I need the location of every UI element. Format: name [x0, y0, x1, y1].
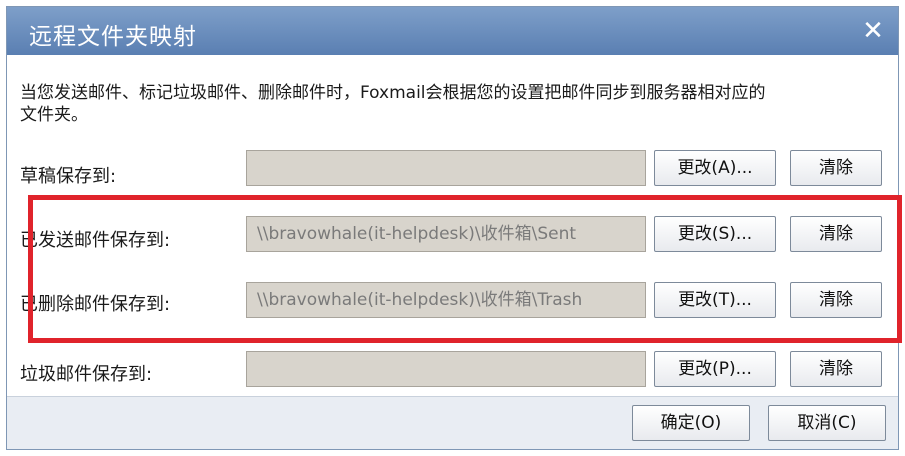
sent-label: 已发送邮件保存到:: [20, 230, 171, 251]
sent-clear-button[interactable]: 清除: [790, 216, 882, 252]
cancel-button[interactable]: 取消(C): [768, 405, 886, 441]
ok-button[interactable]: 确定(O): [632, 405, 750, 441]
junk-clear-button[interactable]: 清除: [790, 351, 882, 387]
junk-path-field[interactable]: [246, 351, 646, 387]
sent-path-field[interactable]: \\bravowhale(it-helpdesk)\收件箱\Sent: [246, 216, 646, 252]
trash-change-button[interactable]: 更改(T)...: [654, 282, 776, 318]
trash-path-field[interactable]: \\bravowhale(it-helpdesk)\收件箱\Trash: [246, 282, 646, 318]
drafts-label: 草稿保存到:: [20, 166, 117, 187]
drafts-clear-button[interactable]: 清除: [790, 150, 882, 186]
window-title: 远程文件夹映射: [29, 24, 197, 50]
trash-clear-button[interactable]: 清除: [790, 282, 882, 318]
dialog-footer: [7, 396, 898, 449]
sent-change-button[interactable]: 更改(S)...: [654, 216, 776, 252]
close-icon[interactable]: ✕: [860, 18, 886, 44]
drafts-path-field[interactable]: [246, 150, 646, 186]
trash-label: 已删除邮件保存到:: [20, 294, 171, 315]
drafts-change-button[interactable]: 更改(A)...: [654, 150, 776, 186]
description-text: 当您发送邮件、标记垃圾邮件、删除邮件时，Foxmail会根据您的设置把邮件同步到…: [20, 83, 766, 125]
title-bar[interactable]: 远程文件夹映射 ✕: [7, 7, 898, 55]
junk-label: 垃圾邮件保存到:: [20, 364, 153, 385]
junk-change-button[interactable]: 更改(P)...: [654, 351, 776, 387]
